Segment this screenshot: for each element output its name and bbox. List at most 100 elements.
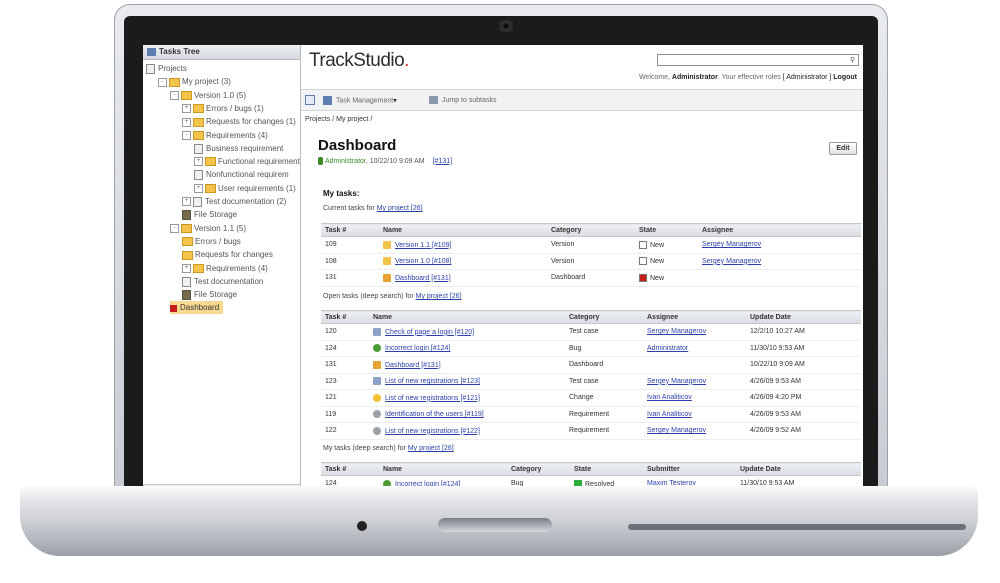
table-row[interactable]: 120 Check of page a login [#120] Test case… <box>321 323 861 341</box>
tree-node[interactable]: Test documentation <box>182 275 263 288</box>
tree-node[interactable]: + User requirements (1) <box>194 182 296 195</box>
column-header[interactable]: Name <box>379 462 507 476</box>
task-state: New <box>635 253 698 270</box>
task-assignee-text[interactable]: Sergey Managerov <box>647 427 706 434</box>
column-header[interactable]: Category <box>547 223 635 237</box>
column-header[interactable]: Category <box>507 462 570 476</box>
tree-node[interactable]: Errors / bugs <box>182 235 241 248</box>
tree-node[interactable]: + Errors / bugs (1) <box>182 102 264 115</box>
logout-link[interactable]: Logout <box>833 74 857 81</box>
task-name: Version 1.1 [#109] <box>379 236 547 254</box>
tree-node[interactable]: + Requests for changes (1) <box>182 115 296 128</box>
collapse-icon[interactable]: - <box>170 90 179 100</box>
task-assignee-text[interactable]: Sergey Managerov <box>647 328 706 335</box>
tree-node[interactable]: - My project (3) <box>158 75 231 88</box>
page-author[interactable]: Administrator <box>325 158 366 165</box>
welcome-bar: Welcome, Administrator. Your effective r… <box>639 74 857 81</box>
task-update-date-text: 4/26/09 4:20 PM <box>750 394 802 402</box>
table-row[interactable]: 123 List of new registrations [#123] Test … <box>321 373 861 390</box>
column-header[interactable]: State <box>570 462 643 476</box>
state-icon <box>639 240 647 249</box>
page-task-link[interactable]: [#131] <box>433 158 452 165</box>
table-row[interactable]: 121 List of new registrations [#121] Chang… <box>321 389 861 407</box>
column-header[interactable]: Category <box>565 310 643 324</box>
task-management-menu[interactable]: Task Management▾ <box>323 96 397 105</box>
table-row[interactable]: 122 List of new registrations [#122] Requi… <box>321 422 861 440</box>
tree-node[interactable]: - Requirements (4) <box>182 129 268 142</box>
column-header[interactable]: Task # <box>321 310 369 324</box>
document-icon <box>146 63 155 74</box>
column-header[interactable]: Submitter <box>643 462 736 476</box>
tree-node[interactable]: Projects <box>146 62 187 75</box>
task-name-link[interactable]: List of new registrations [#121] <box>385 395 480 402</box>
table-row[interactable]: 131 Dashboard [#131] Dashboard New <box>321 269 861 287</box>
task-name-link[interactable]: Dashboard [#131] <box>395 275 451 282</box>
role-selector[interactable]: [ Administrator ] <box>783 74 832 81</box>
task-assignee-text[interactable]: Sergey Managerov <box>647 378 706 385</box>
tree-node[interactable]: Nonfunctional requirem <box>194 168 289 181</box>
current-tasks-project-link[interactable]: My project [26] <box>377 205 423 212</box>
task-assignee-text[interactable]: Sergey Managerov <box>702 241 761 248</box>
column-header[interactable]: State <box>635 223 698 237</box>
expand-icon[interactable]: + <box>194 184 203 194</box>
my-tasks-project-link[interactable]: My project [26] <box>408 445 454 452</box>
table-row[interactable]: 124 Incorrect login [#124] Bug Administrato… <box>321 340 861 357</box>
table-row[interactable]: 131 Dashboard [#131] Dashboard 10/22/10 9:0… <box>321 356 861 374</box>
bug-icon <box>373 344 381 353</box>
task-state: New <box>635 236 698 254</box>
expand-icon[interactable]: + <box>182 104 191 114</box>
task-number-text: 109 <box>325 241 337 249</box>
jump-to-subtasks[interactable]: Jump to subtasks <box>429 96 496 104</box>
task-assignee-text[interactable]: Administrator <box>647 345 688 352</box>
tree-node[interactable]: + Test documentation (2) <box>182 195 286 208</box>
task-number-text: 124 <box>325 344 337 352</box>
task-assignee: Sergey Managerov <box>643 422 746 440</box>
task-name-link[interactable]: Incorrect login [#124] <box>385 345 450 352</box>
column-header[interactable]: Name <box>379 223 547 237</box>
task-name-link[interactable]: Dashboard [#131] <box>385 362 441 369</box>
search-input[interactable]: ⚲ <box>657 54 859 66</box>
breadcrumb[interactable]: Projects / My project / <box>305 116 372 123</box>
column-header[interactable]: Task # <box>321 223 379 237</box>
panel-toggle-icon[interactable] <box>305 95 315 105</box>
column-header[interactable]: Update Date <box>746 310 861 324</box>
task-assignee-text[interactable]: Ivan Analiticov <box>647 411 692 418</box>
tree-node[interactable]: + Requirements (4) <box>182 262 268 275</box>
expand-icon[interactable]: + <box>182 117 191 127</box>
tree-node[interactable]: Dashboard <box>170 301 224 315</box>
tree-node[interactable]: - Version 1.1 (5) <box>170 222 246 235</box>
task-name-link[interactable]: List of new registrations [#123] <box>385 378 480 385</box>
column-header[interactable]: Assignee <box>643 310 746 324</box>
task-name-link[interactable]: Version 1.0 [#108] <box>395 258 451 265</box>
tasks-tree-panel: Tasks Tree Projects - My project (3) - Versi… <box>143 45 301 493</box>
column-header[interactable]: Name <box>369 310 565 324</box>
task-name-link[interactable]: Version 1.1 [#109] <box>395 242 451 249</box>
collapse-icon[interactable]: - <box>182 130 191 140</box>
tree-node[interactable]: File Storage <box>182 288 237 301</box>
task-name-link[interactable]: Identification of the users [#119] <box>385 411 484 418</box>
task-category-text: Change <box>569 394 594 402</box>
task-assignee-text[interactable]: Sergey Managerov <box>702 258 761 265</box>
column-header[interactable]: Assignee <box>698 223 861 237</box>
task-assignee-text[interactable]: Ivan Analiticov <box>647 394 692 401</box>
collapse-icon[interactable]: - <box>158 77 167 87</box>
column-header[interactable]: Update Date <box>736 462 861 476</box>
tree-node[interactable]: + Functional requirement <box>194 155 300 168</box>
edit-button[interactable]: Edit <box>829 142 857 155</box>
column-header[interactable]: Task # <box>321 462 379 476</box>
open-tasks-project-link[interactable]: My project [26] <box>416 293 462 300</box>
expand-icon[interactable]: + <box>194 157 203 167</box>
tree-node[interactable]: - Version 1.0 (5) <box>170 89 246 102</box>
table-row[interactable]: 109 Version 1.1 [#109] Version New Sergey Ma… <box>321 236 861 254</box>
tree-node[interactable]: File Storage <box>182 208 237 221</box>
collapse-icon[interactable]: - <box>170 223 179 233</box>
task-name-link[interactable]: Check of page a login [#120] <box>385 329 474 336</box>
expand-icon[interactable]: + <box>182 197 191 207</box>
search-icon[interactable]: ⚲ <box>850 56 855 64</box>
table-row[interactable]: 119 Identification of the users [#119] Req… <box>321 406 861 423</box>
tree-node[interactable]: Business requirement <box>194 142 283 155</box>
tree-node[interactable]: Requests for changes <box>182 248 273 261</box>
task-name-link[interactable]: List of new registrations [#122] <box>385 428 480 435</box>
table-row[interactable]: 108 Version 1.0 [#108] Version New Sergey Ma… <box>321 253 861 270</box>
expand-icon[interactable]: + <box>182 263 191 273</box>
